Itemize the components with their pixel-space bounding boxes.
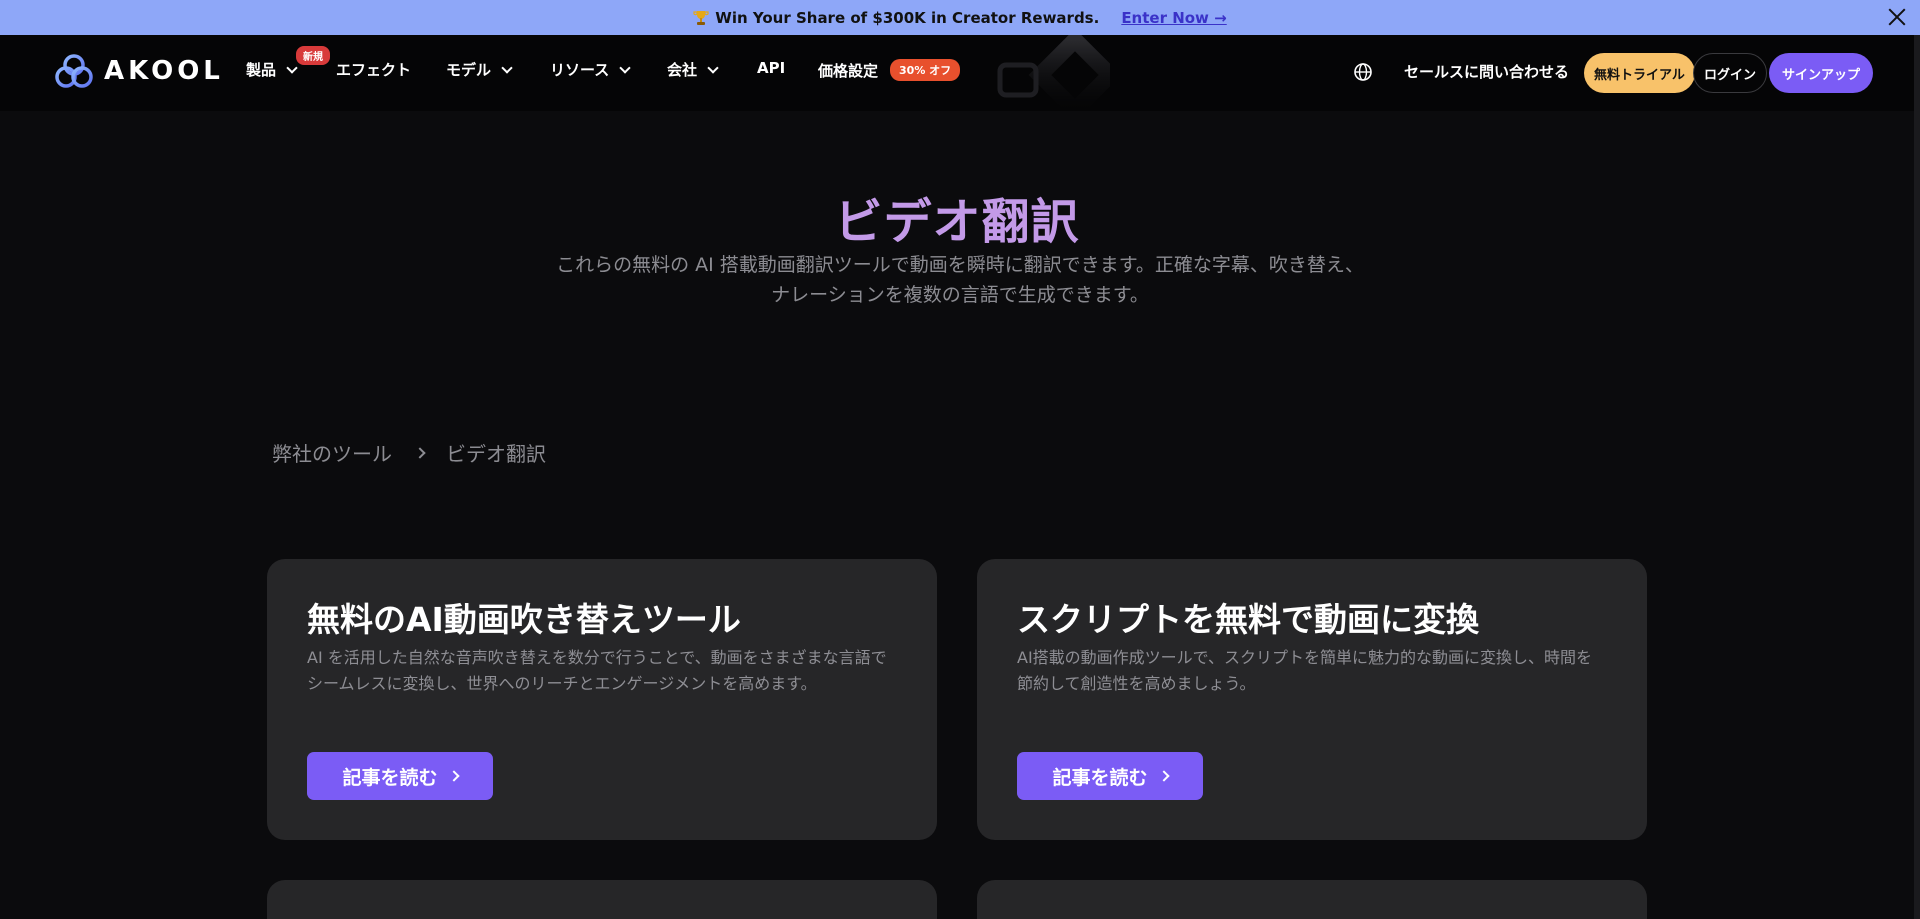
card-description-line: 節約して創造性を高めましょう。 [1017,674,1256,693]
card-description-line: シームレスに変換し、世界へのリーチとエンゲージメントを高めます。 [307,674,817,693]
contact-sales-link[interactable]: セールスに問い合わせる [1404,61,1569,82]
card-description-line: AI搭載の動画作成ツールで、スクリプトを簡単に魅力的な動画に変換し、時間を [1017,648,1593,667]
chevron-right-icon [1157,770,1170,782]
article-card: 無料のAI動画吹き替えツール AI を活用した自然な音声吹き替えを数分で行うこと… [267,559,937,840]
read-article-button[interactable]: 記事を読む [1017,752,1203,800]
nav-item-label: モデル [446,61,492,79]
nav-item-company[interactable]: 会社 [667,59,719,80]
enter-now-link[interactable]: Enter Now → [1121,9,1226,27]
read-article-button[interactable]: 記事を読む [307,752,493,800]
decorative-shape [997,35,1110,122]
chevron-down-icon [707,61,719,74]
nav-item-label: API [757,59,786,77]
top-navigation: AKOOL 製品 新規 エフェクト モデル リソース 会社 API 価格設定 3… [0,35,1914,122]
chevron-down-icon [501,61,513,74]
chevron-down-icon [619,61,631,74]
card-title: 無料のAI動画吹き替えツール [307,600,741,639]
logo-wordmark: AKOOL [104,56,224,86]
banner-message: Win Your Share of $300K in Creator Rewar… [693,9,1099,27]
button-label: 記事を読む [1052,766,1148,789]
chevron-right-icon [447,770,460,782]
nav-item-models[interactable]: モデル [446,59,513,80]
description-line: ナレーションを複数の言語で生成できます。 [771,284,1149,306]
breadcrumb-root-link[interactable]: 弊社のツール [272,438,392,467]
card-description: AI搭載の動画作成ツールで、スクリプトを簡単に魅力的な動画に変換し、時間を 節約… [1017,645,1607,697]
akool-logo[interactable]: AKOOL [54,53,224,89]
close-icon[interactable] [1884,4,1910,30]
login-button[interactable]: ログイン [1693,53,1768,93]
discount-badge: 30% オフ [890,59,961,81]
chevron-down-icon [286,61,298,74]
description-line: これらの無料の AI 搭載動画翻訳ツールで動画を瞬時に翻訳できます。正確な字幕、… [556,254,1364,276]
button-label: 記事を読む [342,766,438,789]
article-card: スクリプトを無料で動画に変換 AI搭載の動画作成ツールで、スクリプトを簡単に魅力… [977,559,1647,840]
nav-item-label: 価格設定 [818,61,879,80]
chevron-right-icon [414,446,426,459]
article-card-partial [267,880,937,919]
free-trial-button[interactable]: 無料トライアル [1584,53,1695,93]
nav-item-resources[interactable]: リソース [550,59,631,80]
announcement-banner: Win Your Share of $300K in Creator Rewar… [0,0,1920,35]
card-description: AI を活用した自然な音声吹き替えを数分で行うことで、動画をさまざまな言語で シ… [307,645,897,697]
nav-item-pricing[interactable]: 価格設定 30% オフ [818,59,961,81]
banner-text: Win Your Share of $300K in Creator Rewar… [715,8,1100,27]
breadcrumb: 弊社のツール ビデオ翻訳 [272,438,546,467]
breadcrumb-current: ビデオ翻訳 [446,442,546,466]
akool-logo-icon [55,54,93,88]
nav-item-api[interactable]: API [757,59,785,77]
nav-item-label: リソース [550,61,610,79]
new-badge: 新規 [296,46,330,65]
page-description: これらの無料の AI 搭載動画翻訳ツールで動画を瞬時に翻訳できます。正確な字幕、… [510,250,1410,310]
card-title: スクリプトを無料で動画に変換 [1017,600,1479,639]
page-title: ビデオ翻訳 [834,194,1080,250]
trophy-icon [693,10,709,25]
card-description-line: AI を活用した自然な音声吹き替えを数分で行うことで、動画をさまざまな言語で [307,648,887,667]
nav-item-effects[interactable]: エフェクト [336,59,411,80]
nav-item-label: 製品 [246,61,277,79]
page-scrollbar[interactable] [1914,35,1920,919]
article-card-partial [977,880,1647,919]
nav-item-products[interactable]: 製品 [246,59,298,80]
signup-button[interactable]: サインアップ [1769,53,1873,93]
nav-item-label: エフェクト [336,61,412,79]
nav-item-label: 会社 [667,61,698,79]
globe-icon[interactable] [1353,62,1373,82]
